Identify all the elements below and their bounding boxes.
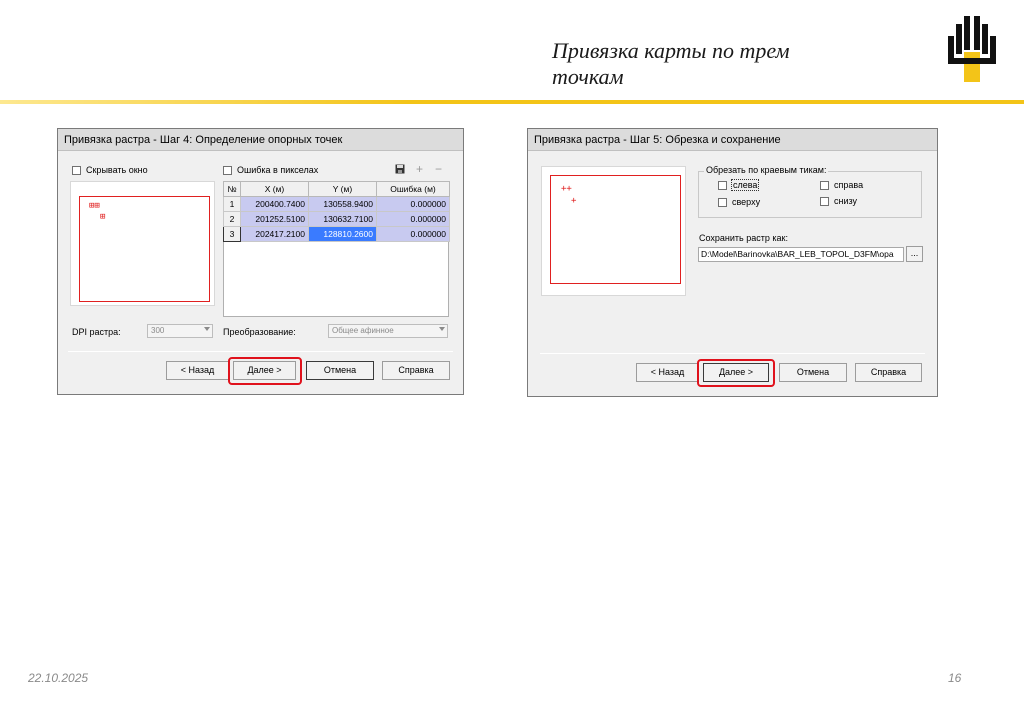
table-header-row: № X (м) Y (м) Ошибка (м) xyxy=(223,181,450,197)
dialog-step4: Привязка растра - Шаг 4: Определение опо… xyxy=(57,128,464,395)
slide-title-line-1: Привязка карты по трем xyxy=(552,38,790,63)
header-divider xyxy=(0,100,1024,104)
chevron-down-icon xyxy=(204,327,210,331)
crop-right-checkbox[interactable] xyxy=(820,181,829,190)
save-icon[interactable] xyxy=(395,164,405,174)
crop-left-label: слева xyxy=(731,179,760,191)
cancel-button[interactable]: Отмена xyxy=(779,363,847,382)
chevron-down-icon xyxy=(439,327,445,331)
column-header-number[interactable]: № xyxy=(223,181,241,197)
cell-y[interactable]: 130632.7100 xyxy=(308,211,377,227)
cell-x[interactable]: 202417.2100 xyxy=(240,226,309,242)
slide-title: Привязка карты по трем точкам xyxy=(552,38,892,90)
slide-page-number: 16 xyxy=(948,671,962,685)
cell-y[interactable]: 130558.9400 xyxy=(308,196,377,212)
crop-left-checkbox[interactable] xyxy=(718,181,727,190)
dialog-separator xyxy=(68,351,453,352)
dialog-step5: Привязка растра - Шаг 5: Обрезка и сохра… xyxy=(527,128,938,397)
plus-icon[interactable]: + xyxy=(416,162,423,176)
column-header-error[interactable]: Ошибка (м) xyxy=(376,181,450,197)
crop-tick-marker: ++ xyxy=(561,184,572,194)
dpi-label: DPI растра: xyxy=(72,327,121,337)
raster-preview: ⊞⊞ ⊞ xyxy=(70,181,215,306)
help-button[interactable]: Справка xyxy=(382,361,450,380)
transform-select[interactable]: Общее афинное xyxy=(328,324,448,338)
table-row[interactable]: 3 202417.2100 128810.2600 0.000000 xyxy=(223,226,450,242)
crop-group-label: Обрезать по краевым тикам: xyxy=(704,165,829,175)
next-button-highlight xyxy=(697,359,775,387)
browse-button[interactable]: ... xyxy=(906,246,923,262)
back-button[interactable]: < Назад xyxy=(166,361,229,380)
slide-date: 22.10.2025 xyxy=(28,671,89,685)
dialog-separator xyxy=(540,353,925,354)
cell-y-selected[interactable]: 128810.2600 xyxy=(308,226,377,242)
cell-x[interactable]: 200400.7400 xyxy=(240,196,309,212)
cell-error: 0.000000 xyxy=(376,211,450,227)
cell-error: 0.000000 xyxy=(376,196,450,212)
hide-window-label: Скрывать окно xyxy=(86,165,148,175)
raster-preview: ++ + xyxy=(541,166,686,296)
error-pixels-checkbox[interactable] xyxy=(223,166,232,175)
cell-error: 0.000000 xyxy=(376,226,450,242)
cancel-button[interactable]: Отмена xyxy=(306,361,374,380)
error-pixels-label: Ошибка в пикселах xyxy=(237,165,319,175)
column-header-x[interactable]: X (м) xyxy=(240,181,309,197)
slide-title-line-2: точкам xyxy=(552,64,624,89)
dpi-select[interactable]: 300 xyxy=(147,324,213,338)
cell-x[interactable]: 201252.5100 xyxy=(240,211,309,227)
minus-icon[interactable]: − xyxy=(435,162,442,176)
table-row[interactable]: 2 201252.5100 130632.7100 0.000000 xyxy=(223,211,450,227)
company-logo-icon xyxy=(948,16,996,82)
transform-label: Преобразование: xyxy=(223,327,296,337)
back-button[interactable]: < Назад xyxy=(636,363,699,382)
save-path-input[interactable]: D:\Model\Barinovka\BAR_LEB_TOPOL_D3FM\op… xyxy=(698,247,904,262)
transform-value: Общее афинное xyxy=(332,326,394,335)
dialog-step4-title: Привязка растра - Шаг 4: Определение опо… xyxy=(58,129,463,151)
next-button-highlight xyxy=(228,357,302,385)
crop-right-label: справа xyxy=(834,180,864,190)
crop-bottom-label: снизу xyxy=(834,196,858,206)
save-as-label: Сохранить растр как: xyxy=(699,233,788,243)
raster-frame xyxy=(79,196,210,302)
crop-top-checkbox[interactable] xyxy=(718,198,727,207)
table-row[interactable]: 1 200400.7400 130558.9400 0.000000 xyxy=(223,196,450,212)
crop-bottom-checkbox[interactable] xyxy=(820,197,829,206)
column-header-y[interactable]: Y (м) xyxy=(308,181,377,197)
dpi-value: 300 xyxy=(151,326,165,335)
row-number: 1 xyxy=(223,196,241,212)
hide-window-checkbox[interactable] xyxy=(72,166,81,175)
row-number: 2 xyxy=(223,211,241,227)
control-point-marker: ⊞ xyxy=(100,212,106,222)
dialog-step5-title: Привязка растра - Шаг 5: Обрезка и сохра… xyxy=(528,129,937,151)
row-number: 3 xyxy=(223,226,241,242)
crop-top-label: сверху xyxy=(732,197,761,207)
help-button[interactable]: Справка xyxy=(855,363,922,382)
control-point-marker: ⊞⊞ xyxy=(89,201,100,211)
crop-tick-marker: + xyxy=(571,196,577,206)
control-points-table[interactable]: № X (м) Y (м) Ошибка (м) 1 200400.7400 1… xyxy=(223,181,450,242)
